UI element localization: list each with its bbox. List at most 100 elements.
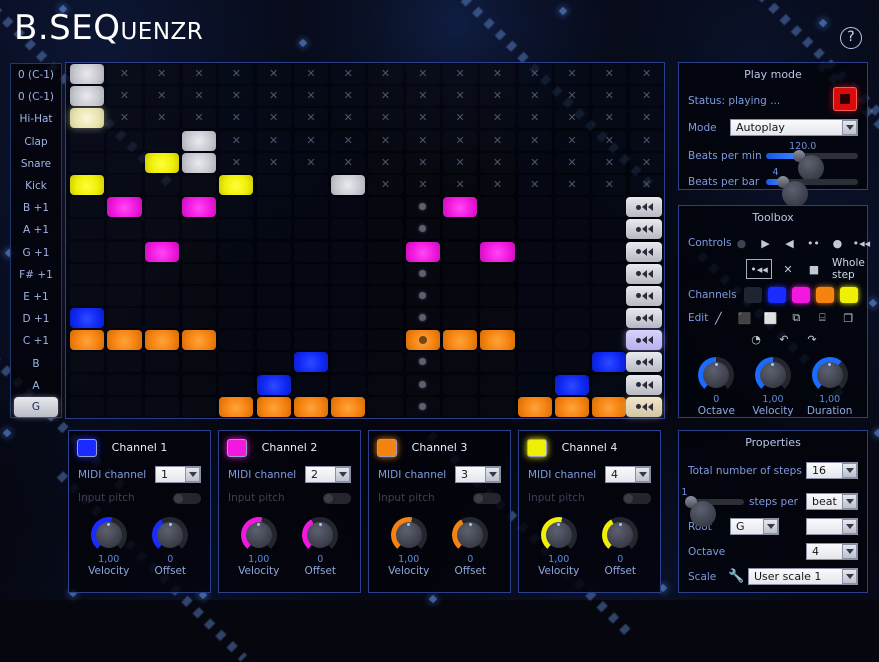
sequencer-note[interactable] (107, 330, 142, 351)
grid-cell[interactable] (70, 219, 104, 239)
note-label-row[interactable]: F# +1 (11, 264, 61, 286)
grid-cell[interactable] (107, 219, 141, 239)
sequencer-note[interactable] (405, 330, 440, 351)
two-dots-icon[interactable]: •• (803, 234, 823, 252)
cut-icon[interactable]: ⬛ (734, 309, 754, 327)
grid-cell[interactable] (293, 174, 329, 195)
sequencer-note[interactable] (144, 330, 179, 351)
grid-cell[interactable] (368, 397, 402, 417)
grid-cell[interactable] (592, 263, 627, 284)
channel-color-swatch[interactable] (77, 439, 97, 457)
midi-channel-select[interactable]: 3 (455, 466, 501, 483)
chevron-down-icon[interactable] (185, 467, 200, 482)
grid-cell[interactable] (293, 308, 329, 329)
total-steps-select[interactable]: 16 (806, 462, 858, 479)
grid-cell[interactable] (256, 174, 291, 195)
sequencer-note[interactable] (554, 374, 590, 395)
grid-cell[interactable] (293, 374, 329, 395)
grid-cell[interactable] (480, 264, 514, 284)
grid-cell[interactable] (70, 352, 104, 372)
row-playback-button[interactable] (626, 374, 662, 395)
grid-cell[interactable] (145, 197, 179, 217)
grid-cell[interactable] (293, 263, 329, 284)
midi-channel-select[interactable]: 4 (605, 466, 651, 483)
grid-cell[interactable] (219, 219, 254, 240)
grid-cell[interactable] (331, 285, 366, 306)
grid-cell[interactable] (107, 131, 141, 151)
sequencer-note[interactable] (70, 86, 105, 107)
grid-cell[interactable] (517, 241, 552, 262)
channel-color-swatch[interactable] (227, 439, 247, 457)
grid-cell[interactable] (145, 219, 179, 239)
chevron-down-icon[interactable] (842, 494, 857, 509)
grid-cell[interactable] (331, 197, 366, 218)
row-playback-button[interactable] (626, 197, 662, 218)
grid-cell[interactable] (256, 285, 291, 306)
sequencer-note[interactable] (219, 174, 254, 195)
grid-cell[interactable] (517, 197, 552, 218)
grid-cell[interactable] (107, 397, 141, 417)
grid-cell[interactable] (256, 219, 291, 240)
grid-cell[interactable] (480, 397, 514, 417)
grid-cell[interactable] (480, 197, 514, 217)
grid-cell[interactable] (219, 308, 254, 329)
grid-cell[interactable] (443, 397, 477, 417)
reset-icon[interactable]: ◔ (746, 330, 766, 348)
grid-cell[interactable] (592, 285, 627, 306)
note-label-row[interactable]: B (11, 352, 61, 374)
grid-cell[interactable] (368, 375, 402, 395)
redo-icon[interactable]: ↷ (802, 330, 822, 348)
sequencer-note[interactable] (181, 330, 217, 351)
back-icon[interactable]: ◀ (779, 234, 799, 252)
grid-cell[interactable] (145, 286, 179, 306)
channel-swatch-3[interactable] (816, 287, 834, 303)
grid-cell[interactable] (443, 219, 477, 239)
grid-cell[interactable] (368, 219, 402, 239)
grid-cell[interactable] (517, 285, 552, 306)
grid-cell[interactable] (331, 241, 366, 262)
grid-cell[interactable] (256, 241, 291, 262)
grid-cell[interactable] (145, 308, 179, 328)
paste-icon[interactable]: ⬜ (760, 309, 780, 327)
grid-cell[interactable] (368, 308, 402, 328)
grid-cell[interactable] (107, 286, 141, 306)
grid-cell[interactable] (182, 397, 216, 417)
copy-icon[interactable]: ❐ (838, 309, 858, 327)
velocity-knob[interactable]: 1,00 Velocity (83, 517, 135, 577)
grid-cell[interactable] (443, 286, 477, 306)
grid-cell[interactable] (256, 197, 291, 218)
sequencer-note[interactable] (256, 396, 291, 417)
grid-cell[interactable] (256, 330, 291, 351)
velocity-knob[interactable]: 1,00 Velocity (383, 517, 435, 577)
grid-cell[interactable] (592, 197, 627, 218)
grid-cell[interactable] (145, 175, 179, 195)
sequencer-note[interactable] (181, 197, 217, 218)
channel-swatch-none[interactable] (744, 287, 762, 303)
grid-cell[interactable] (480, 219, 514, 239)
chevron-down-icon[interactable] (842, 519, 857, 534)
grid-cell[interactable] (107, 308, 141, 328)
grid-cell[interactable] (107, 153, 141, 173)
bpb-slider[interactable]: 4 (766, 167, 858, 207)
chevron-down-icon[interactable] (842, 463, 857, 478)
grid-cell[interactable] (293, 219, 329, 240)
grid-cell[interactable] (554, 285, 590, 306)
note-label-row[interactable]: A +1 (11, 219, 61, 241)
sequencer-note[interactable] (480, 330, 515, 351)
grid-cell[interactable] (517, 374, 552, 395)
grid-cell[interactable] (592, 308, 627, 329)
velocity-knob[interactable]: 1,00 Velocity (233, 517, 285, 577)
grid-cell[interactable] (219, 197, 254, 218)
row-playback-button[interactable] (626, 396, 662, 417)
chevron-down-icon[interactable] (763, 519, 778, 534)
grid-cell[interactable] (293, 285, 329, 306)
grid-cell[interactable] (592, 241, 627, 262)
input-pitch-toggle[interactable] (323, 492, 351, 504)
grid-cell[interactable] (443, 308, 477, 328)
grid-cell[interactable] (145, 375, 179, 395)
grid-cell[interactable] (107, 375, 141, 395)
sequencer-note[interactable] (144, 241, 179, 262)
grid-cell[interactable] (331, 219, 366, 240)
grid-cell[interactable] (182, 308, 216, 328)
grid-cell[interactable] (256, 352, 291, 373)
